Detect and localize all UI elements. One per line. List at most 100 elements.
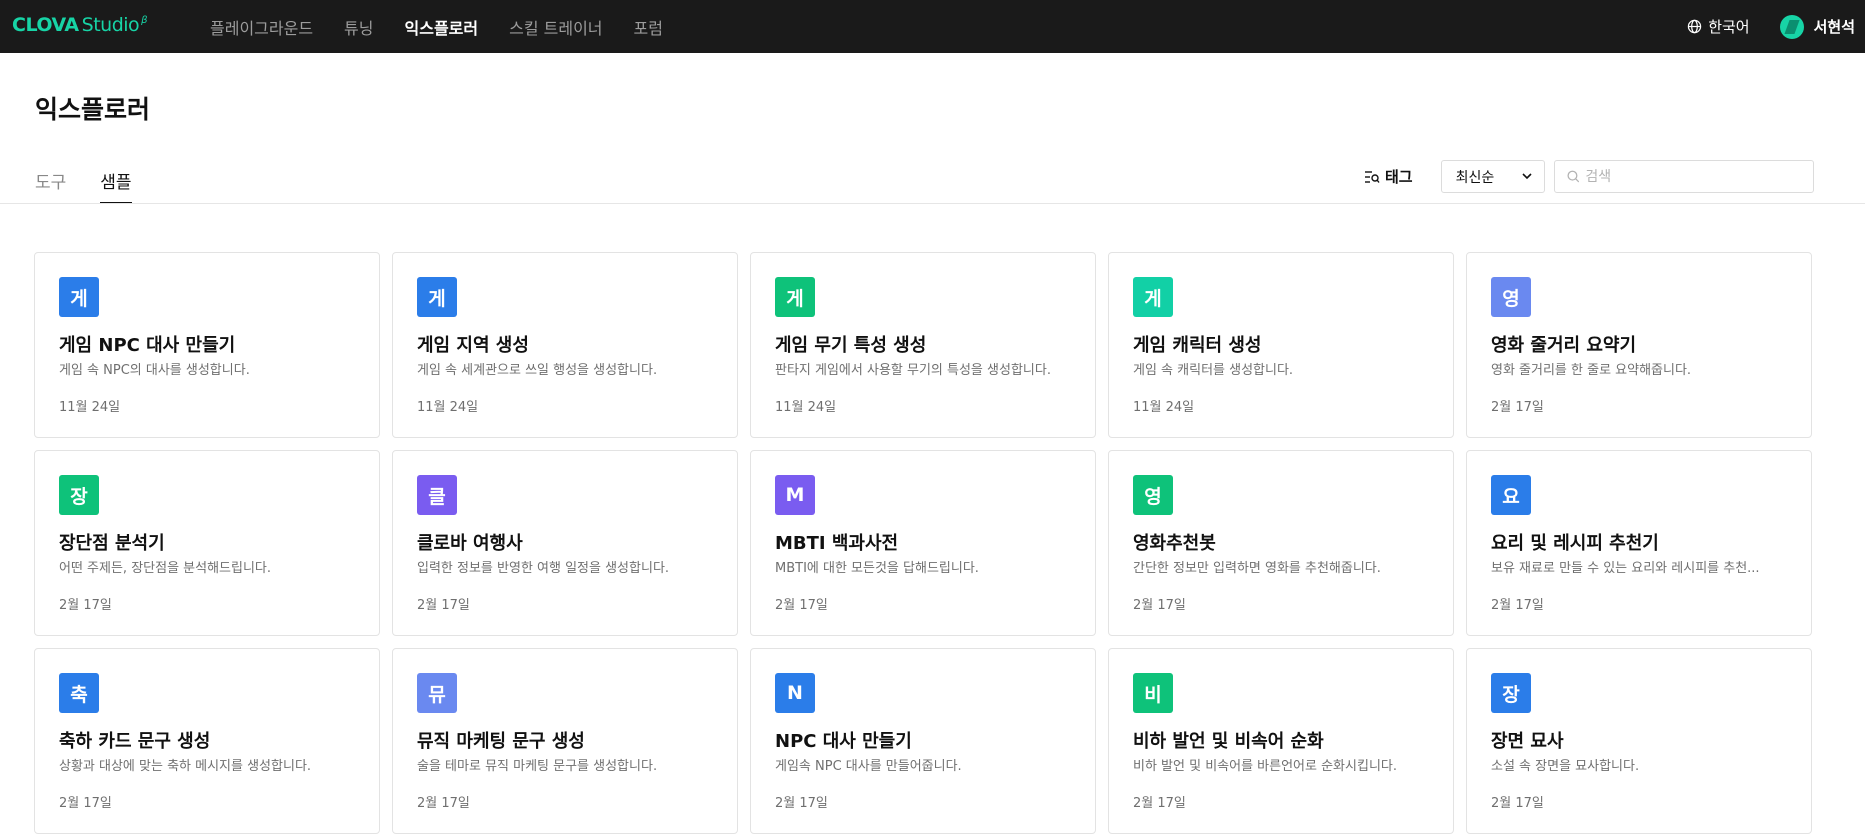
- nav-item-explorer[interactable]: 익스플로러: [405, 15, 479, 39]
- card-badge: 클: [417, 475, 457, 515]
- tabs-divider: [0, 203, 1865, 204]
- sample-card[interactable]: 영 영화 줄거리 요약기 영화 줄거리를 한 줄로 요약해줍니다. 2월 17일: [1466, 252, 1812, 438]
- card-title: 게임 지역 생성: [417, 335, 529, 356]
- card-description: 게임 속 NPC의 대사를 생성합니다.: [59, 363, 250, 378]
- card-date: 2월 17일: [1491, 598, 1544, 613]
- sort-value: 최신순: [1455, 169, 1495, 186]
- chevron-down-icon: [1522, 173, 1532, 180]
- card-date: 2월 17일: [59, 598, 112, 613]
- card-badge: M: [775, 475, 815, 515]
- card-description: 비하 발언 및 비속어를 바른언어로 순화시킵니다.: [1133, 759, 1397, 774]
- search-icon: [1567, 170, 1579, 183]
- nav-item-skill-trainer[interactable]: 스킬 트레이너: [509, 15, 602, 39]
- card-title: 영화추천봇: [1133, 533, 1216, 554]
- card-title: 비하 발언 및 비속어 순화: [1133, 731, 1324, 752]
- card-description: MBTI에 대한 모든것을 답해드립니다.: [775, 561, 979, 576]
- explorer-tabs: 도구 샘플: [35, 168, 166, 204]
- top-navigation-bar: CLOVA Studio β 플레이그라운드 튜닝 익스플로러 스킬 트레이너 …: [0, 0, 1865, 53]
- card-date: 2월 17일: [417, 598, 470, 613]
- sample-card[interactable]: 장 장단점 분석기 어떤 주제든, 장단점을 분석해드립니다. 2월 17일: [34, 450, 380, 636]
- card-description: 어떤 주제든, 장단점을 분석해드립니다.: [59, 561, 272, 576]
- logo-clova-text: CLOVA: [12, 14, 79, 36]
- card-description: 게임 속 세계관으로 쓰일 행성을 생성합니다.: [417, 363, 658, 378]
- nav-item-tuning[interactable]: 튜닝: [344, 15, 373, 39]
- sample-card-grid: 게 게임 NPC 대사 만들기 게임 속 NPC의 대사를 생성합니다. 11월…: [34, 252, 1812, 834]
- sample-card[interactable]: 게 게임 캐릭터 생성 게임 속 캐릭터를 생성합니다. 11월 24일: [1108, 252, 1454, 438]
- sample-card[interactable]: 장 장면 묘사 소설 속 장면을 묘사합니다. 2월 17일: [1466, 648, 1812, 834]
- card-date: 11월 24일: [1133, 400, 1195, 415]
- nav-item-playground[interactable]: 플레이그라운드: [210, 15, 313, 39]
- card-date: 2월 17일: [775, 796, 828, 811]
- card-description: 소설 속 장면을 묘사합니다.: [1491, 759, 1640, 774]
- sample-card[interactable]: 축 축하 카드 문구 생성 상황과 대상에 맞는 축하 메시지를 생성합니다. …: [34, 648, 380, 834]
- sample-card[interactable]: 비 비하 발언 및 비속어 순화 비하 발언 및 비속어를 바른언어로 순화시킵…: [1108, 648, 1454, 834]
- language-selector[interactable]: 한국어: [1687, 16, 1750, 37]
- page-title: 익스플로러: [35, 95, 151, 124]
- card-badge: 영: [1133, 475, 1173, 515]
- card-description: 영화 줄거리를 한 줄로 요약해줍니다.: [1491, 363, 1692, 378]
- card-description: 간단한 정보만 입력하면 영화를 추천해줍니다.: [1133, 561, 1381, 576]
- sample-card[interactable]: 게 게임 지역 생성 게임 속 세계관으로 쓰일 행성을 생성합니다. 11월 …: [392, 252, 738, 438]
- card-description: 게임 속 캐릭터를 생성합니다.: [1133, 363, 1294, 378]
- card-badge: 비: [1133, 673, 1173, 713]
- card-title: 게임 무기 특성 생성: [775, 335, 927, 356]
- clova-studio-logo[interactable]: CLOVA Studio β: [12, 14, 148, 36]
- card-badge: 게: [417, 277, 457, 317]
- avatar: [1779, 14, 1804, 39]
- card-badge: 장: [1491, 673, 1531, 713]
- card-badge: 장: [59, 475, 99, 515]
- card-badge: 뮤: [417, 673, 457, 713]
- card-title: 장면 묘사: [1491, 731, 1564, 752]
- sample-card[interactable]: 영 영화추천봇 간단한 정보만 입력하면 영화를 추천해줍니다. 2월 17일: [1108, 450, 1454, 636]
- card-title: 요리 및 레시피 추천기: [1491, 533, 1659, 554]
- language-label: 한국어: [1708, 18, 1750, 36]
- card-date: 2월 17일: [1133, 598, 1186, 613]
- card-description: 게임속 NPC 대사를 만들어줍니다.: [775, 759, 962, 774]
- card-description: 판타지 게임에서 사용할 무기의 특성을 생성합니다.: [775, 363, 1051, 378]
- sample-card[interactable]: 요 요리 및 레시피 추천기 보유 재료로 만들 수 있는 요리와 레시피를 추…: [1466, 450, 1812, 636]
- card-title: 영화 줄거리 요약기: [1491, 335, 1637, 356]
- card-description: 술을 테마로 뮤직 마케팅 문구를 생성합니다.: [417, 759, 658, 774]
- sample-card[interactable]: 뮤 뮤직 마케팅 문구 생성 술을 테마로 뮤직 마케팅 문구를 생성합니다. …: [392, 648, 738, 834]
- logo-beta-mark: β: [141, 15, 148, 26]
- card-badge: 게: [775, 277, 815, 317]
- card-title: 게임 NPC 대사 만들기: [59, 335, 236, 356]
- sample-card[interactable]: N NPC 대사 만들기 게임속 NPC 대사를 만들어줍니다. 2월 17일: [750, 648, 1096, 834]
- card-date: 2월 17일: [775, 598, 828, 613]
- card-badge: N: [775, 673, 815, 713]
- card-title: MBTI 백과사전: [775, 533, 899, 554]
- nav-item-forum[interactable]: 포럼: [634, 15, 663, 39]
- card-title: 클로바 여행사: [417, 533, 523, 554]
- card-title: 축하 카드 문구 생성: [59, 731, 211, 752]
- card-date: 2월 17일: [1491, 400, 1544, 415]
- globe-icon: [1687, 19, 1702, 34]
- card-badge: 영: [1491, 277, 1531, 317]
- card-description: 상황과 대상에 맞는 축하 메시지를 생성합니다.: [59, 759, 312, 774]
- card-date: 11월 24일: [59, 400, 121, 415]
- tab-samples[interactable]: 샘플: [100, 168, 132, 204]
- card-title: NPC 대사 만들기: [775, 731, 912, 752]
- card-date: 2월 17일: [417, 796, 470, 811]
- card-date: 2월 17일: [1133, 796, 1186, 811]
- card-badge: 게: [59, 277, 99, 317]
- card-date: 11월 24일: [417, 400, 479, 415]
- tag-filter-button[interactable]: 태그: [1364, 166, 1413, 187]
- card-date: 2월 17일: [59, 796, 112, 811]
- logo-studio-text: Studio: [81, 14, 140, 36]
- card-date: 2월 17일: [1491, 796, 1544, 811]
- card-date: 11월 24일: [775, 400, 837, 415]
- sample-card[interactable]: 클 클로바 여행사 입력한 정보를 반영한 여행 일정을 생성합니다. 2월 1…: [392, 450, 738, 636]
- sample-card[interactable]: 게 게임 무기 특성 생성 판타지 게임에서 사용할 무기의 특성을 생성합니다…: [750, 252, 1096, 438]
- user-menu[interactable]: 서현석: [1779, 14, 1855, 39]
- card-description: 보유 재료로 만들 수 있는 요리와 레시피를 추천...: [1491, 561, 1760, 576]
- tab-tools[interactable]: 도구: [35, 168, 66, 204]
- search-input[interactable]: [1585, 168, 1801, 185]
- sample-card[interactable]: 게 게임 NPC 대사 만들기 게임 속 NPC의 대사를 생성합니다. 11월…: [34, 252, 380, 438]
- card-badge: 게: [1133, 277, 1173, 317]
- sort-dropdown[interactable]: 최신순: [1440, 160, 1545, 193]
- main-nav: 플레이그라운드 튜닝 익스플로러 스킬 트레이너 포럼: [210, 0, 694, 53]
- sample-card[interactable]: M MBTI 백과사전 MBTI에 대한 모든것을 답해드립니다. 2월 17일: [750, 450, 1096, 636]
- search-box: [1553, 160, 1814, 193]
- card-title: 뮤직 마케팅 문구 생성: [417, 731, 585, 752]
- user-name: 서현석: [1813, 18, 1855, 36]
